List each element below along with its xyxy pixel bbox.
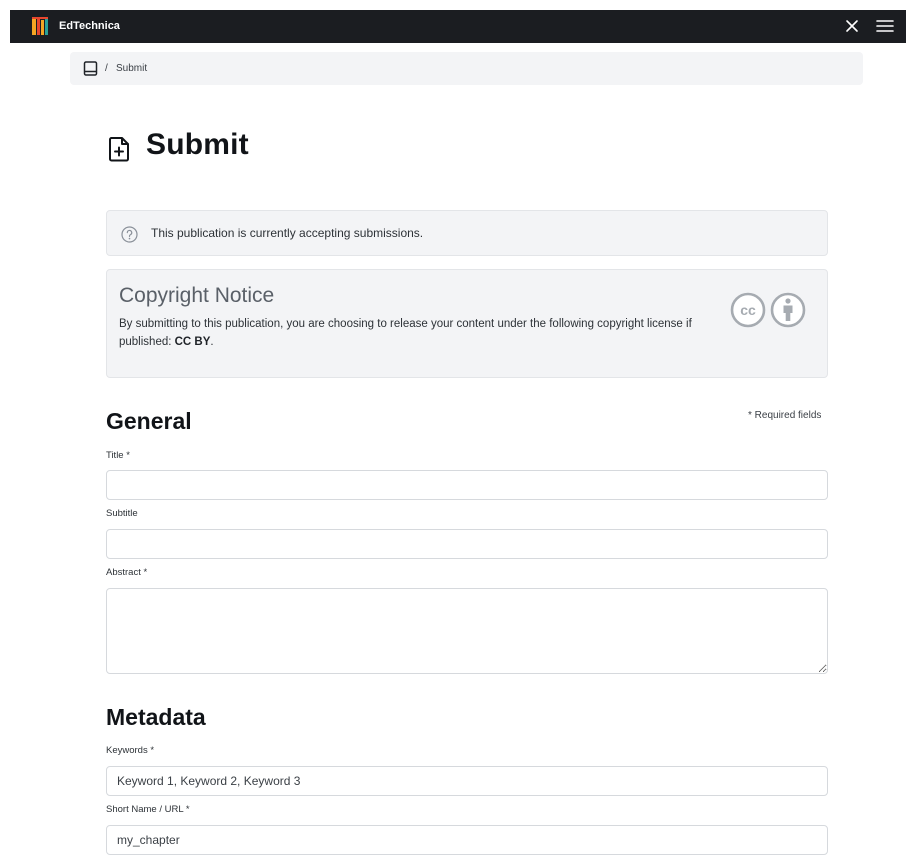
breadcrumb-separator: / [105, 63, 108, 74]
cc-by-icon: cc [730, 292, 806, 328]
page-title: Submit [146, 128, 249, 161]
title-input[interactable] [106, 470, 828, 500]
shortname-label: Short Name / URL * [106, 804, 190, 815]
required-fields-note: * Required fields [748, 410, 822, 421]
metadata-heading: Metadata [106, 704, 206, 730]
breadcrumb: / Submit [70, 52, 863, 85]
file-plus-icon [109, 137, 129, 162]
abstract-textarea[interactable] [106, 588, 828, 674]
subtitle-input[interactable] [106, 529, 828, 559]
brand-name[interactable]: EdTechnica [59, 10, 120, 43]
copyright-notice: Copyright Notice By submitting to this p… [106, 269, 828, 378]
submission-status-alert: This publication is currently accepting … [106, 210, 828, 256]
general-heading: General [106, 408, 192, 434]
alert-message: This publication is currently accepting … [151, 226, 424, 240]
question-circle-icon [121, 226, 138, 243]
svg-text:cc: cc [740, 302, 756, 318]
copyright-heading: Copyright Notice [119, 284, 275, 307]
book-icon[interactable] [83, 61, 98, 76]
shortname-input[interactable] [106, 825, 828, 855]
top-navbar: EdTechnica [10, 10, 906, 43]
license-name: CC BY [174, 336, 211, 348]
abstract-label: Abstract * [106, 567, 148, 578]
title-label: Title * [106, 450, 130, 461]
keywords-label: Keywords * [106, 745, 155, 756]
breadcrumb-current: Submit [116, 63, 148, 74]
subtitle-label: Subtitle [106, 508, 138, 519]
hamburger-menu-icon[interactable] [876, 18, 894, 34]
logo-icon[interactable] [32, 17, 48, 35]
close-icon[interactable] [844, 18, 860, 34]
keywords-input[interactable] [106, 766, 828, 796]
copyright-text: By submitting to this publication, you a… [119, 318, 692, 348]
